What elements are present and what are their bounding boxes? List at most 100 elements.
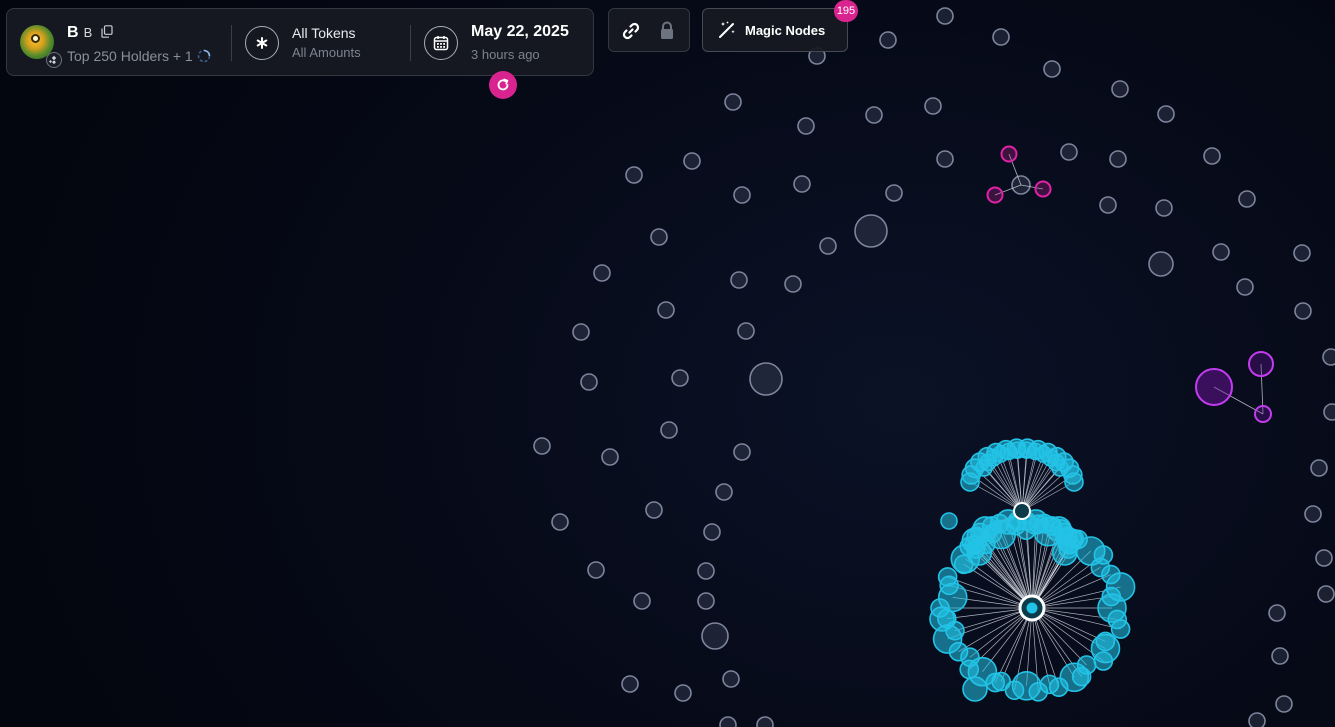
holder-bubble[interactable] xyxy=(1271,647,1289,665)
token-name: B xyxy=(67,24,79,41)
holder-bubble[interactable] xyxy=(719,716,737,727)
holder-bubble[interactable] xyxy=(633,592,651,610)
asterisk-icon[interactable] xyxy=(245,26,279,60)
holder-bubble[interactable] xyxy=(697,562,715,580)
magic-nodes-count-badge: 195 xyxy=(834,0,858,22)
holder-bubble[interactable] xyxy=(701,622,729,650)
magic-nodes-button[interactable]: Magic Nodes xyxy=(702,8,848,52)
holder-bubble[interactable] xyxy=(1293,244,1311,262)
holder-bubble[interactable] xyxy=(1155,199,1173,217)
holder-bubble[interactable] xyxy=(1212,243,1230,261)
holder-hub[interactable] xyxy=(1013,502,1031,520)
holder-bubble[interactable] xyxy=(737,322,755,340)
holder-bubble[interactable] xyxy=(1101,586,1122,607)
holder-bubble[interactable] xyxy=(1275,695,1293,713)
bubble-map-canvas[interactable] xyxy=(0,0,1335,727)
calendar-icon[interactable] xyxy=(424,26,458,60)
holder-bubble[interactable] xyxy=(992,28,1010,46)
holder-bubble[interactable] xyxy=(1099,196,1117,214)
holder-bubble[interactable] xyxy=(1315,549,1333,567)
holder-bubble[interactable] xyxy=(962,676,988,702)
holder-bubble[interactable] xyxy=(572,323,590,341)
holder-bubble[interactable] xyxy=(929,606,955,632)
holder-bubble[interactable] xyxy=(940,512,958,530)
holder-bubble[interactable] xyxy=(936,7,954,25)
holder-bubble[interactable] xyxy=(671,369,689,387)
holder-bubble[interactable] xyxy=(1111,80,1129,98)
holder-bubble[interactable] xyxy=(697,592,715,610)
holder-bubble[interactable] xyxy=(936,150,954,168)
holder-bubble[interactable] xyxy=(1157,105,1175,123)
holder-bubble[interactable] xyxy=(533,437,551,455)
holder-bubble[interactable] xyxy=(1148,251,1174,277)
holder-bubble[interactable] xyxy=(879,31,897,49)
holder-bubble[interactable] xyxy=(1051,540,1078,566)
holder-bubble[interactable] xyxy=(733,443,751,461)
holder-bubble[interactable] xyxy=(1268,604,1286,622)
holder-bubble[interactable] xyxy=(1203,147,1221,165)
holder-bubble[interactable] xyxy=(674,684,692,702)
holder-bubble[interactable] xyxy=(937,567,958,587)
holder-bubble[interactable] xyxy=(645,501,663,519)
holder-bubble[interactable] xyxy=(1304,505,1322,523)
holder-graph[interactable] xyxy=(0,0,1335,727)
holder-bubble[interactable] xyxy=(660,421,678,439)
holder-bubble[interactable] xyxy=(733,186,751,204)
holder-bubble[interactable] xyxy=(1238,190,1256,208)
holder-bubble[interactable] xyxy=(1051,459,1069,477)
refresh-button[interactable] xyxy=(489,71,517,99)
holder-bubble[interactable] xyxy=(1322,348,1335,366)
holder-bubble[interactable] xyxy=(1317,585,1335,603)
holder-bubble[interactable] xyxy=(1034,180,1052,198)
holder-bubble[interactable] xyxy=(1064,472,1084,492)
holder-bubble[interactable] xyxy=(683,152,701,170)
holder-bubble[interactable] xyxy=(650,228,668,246)
holder-bubble[interactable] xyxy=(551,513,569,531)
holder-bubble[interactable] xyxy=(1093,651,1114,671)
holder-bubble[interactable] xyxy=(924,97,942,115)
holders-subtitle[interactable]: Top 250 Holders + 1 xyxy=(67,48,211,64)
panel-divider xyxy=(410,25,411,61)
filter-title[interactable]: All Tokens xyxy=(292,25,356,41)
holder-bubble[interactable] xyxy=(986,186,1004,204)
holder-bubble[interactable] xyxy=(793,175,811,193)
holder-bubble[interactable] xyxy=(1195,368,1233,406)
holder-bubble[interactable] xyxy=(625,166,643,184)
holder-bubble[interactable] xyxy=(749,362,783,396)
holder-bubble[interactable] xyxy=(854,214,888,248)
holder-bubble[interactable] xyxy=(1323,403,1335,421)
holder-bubble[interactable] xyxy=(601,448,619,466)
copy-icon[interactable] xyxy=(101,25,113,43)
holder-bubble[interactable] xyxy=(1310,459,1328,477)
date-title[interactable]: May 22, 2025 xyxy=(471,23,569,41)
holder-bubble[interactable] xyxy=(1109,150,1127,168)
holder-bubble[interactable] xyxy=(730,271,748,289)
holder-bubble[interactable] xyxy=(1254,405,1272,423)
holder-bubble[interactable] xyxy=(885,184,903,202)
holder-bubble[interactable] xyxy=(587,561,605,579)
holder-bubble[interactable] xyxy=(703,523,721,541)
holder-bubble[interactable] xyxy=(1248,351,1274,377)
lock-icon[interactable] xyxy=(655,19,679,43)
holder-bubble[interactable] xyxy=(724,93,742,111)
holder-bubble[interactable] xyxy=(819,237,837,255)
holder-bubble[interactable] xyxy=(1236,278,1254,296)
holder-bubble[interactable] xyxy=(593,264,611,282)
holder-bubble[interactable] xyxy=(715,483,733,501)
holder-hub-core[interactable] xyxy=(1025,601,1039,615)
holder-bubble[interactable] xyxy=(756,716,774,727)
holder-bubble[interactable] xyxy=(657,301,675,319)
holder-bubble[interactable] xyxy=(722,670,740,688)
holder-bubble[interactable] xyxy=(784,275,802,293)
holder-bubble[interactable] xyxy=(1000,145,1018,163)
holder-bubble[interactable] xyxy=(1060,143,1078,161)
holder-bubble[interactable] xyxy=(621,675,639,693)
holder-bubble[interactable] xyxy=(1110,619,1131,639)
holder-bubble[interactable] xyxy=(865,106,883,124)
link-icon[interactable] xyxy=(619,19,643,43)
holder-bubble[interactable] xyxy=(1043,60,1061,78)
holder-bubble[interactable] xyxy=(1248,712,1266,727)
holder-bubble[interactable] xyxy=(1294,302,1312,320)
holder-bubble[interactable] xyxy=(580,373,598,391)
holder-bubble[interactable] xyxy=(797,117,815,135)
